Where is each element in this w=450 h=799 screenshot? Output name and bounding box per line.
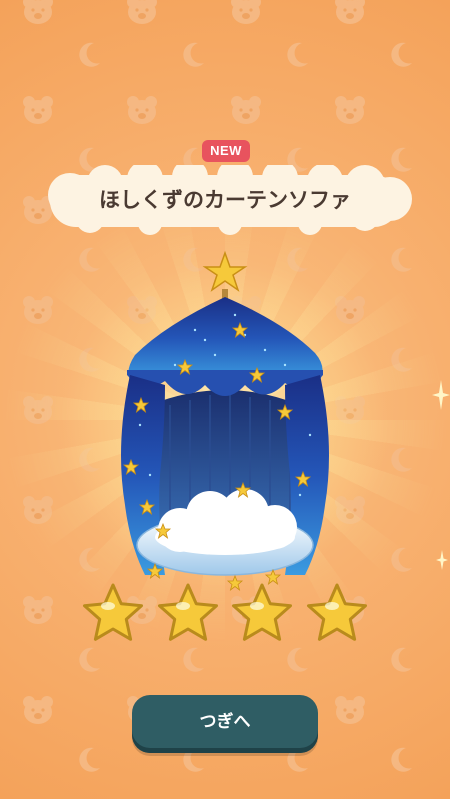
star-icon — [83, 583, 143, 641]
sparkle-icon — [436, 550, 448, 570]
curtain-sofa-item-image — [121, 250, 329, 591]
star-icon — [306, 583, 367, 641]
new-badge: NEW — [202, 140, 250, 162]
star-icon — [232, 583, 293, 641]
star-icon — [157, 583, 218, 641]
sparkle-icon — [432, 380, 450, 410]
rarity-stars — [80, 580, 370, 650]
item-name: ほしくずのカーテンソファ — [99, 188, 351, 212]
next-button[interactable]: つぎへ — [132, 695, 318, 753]
